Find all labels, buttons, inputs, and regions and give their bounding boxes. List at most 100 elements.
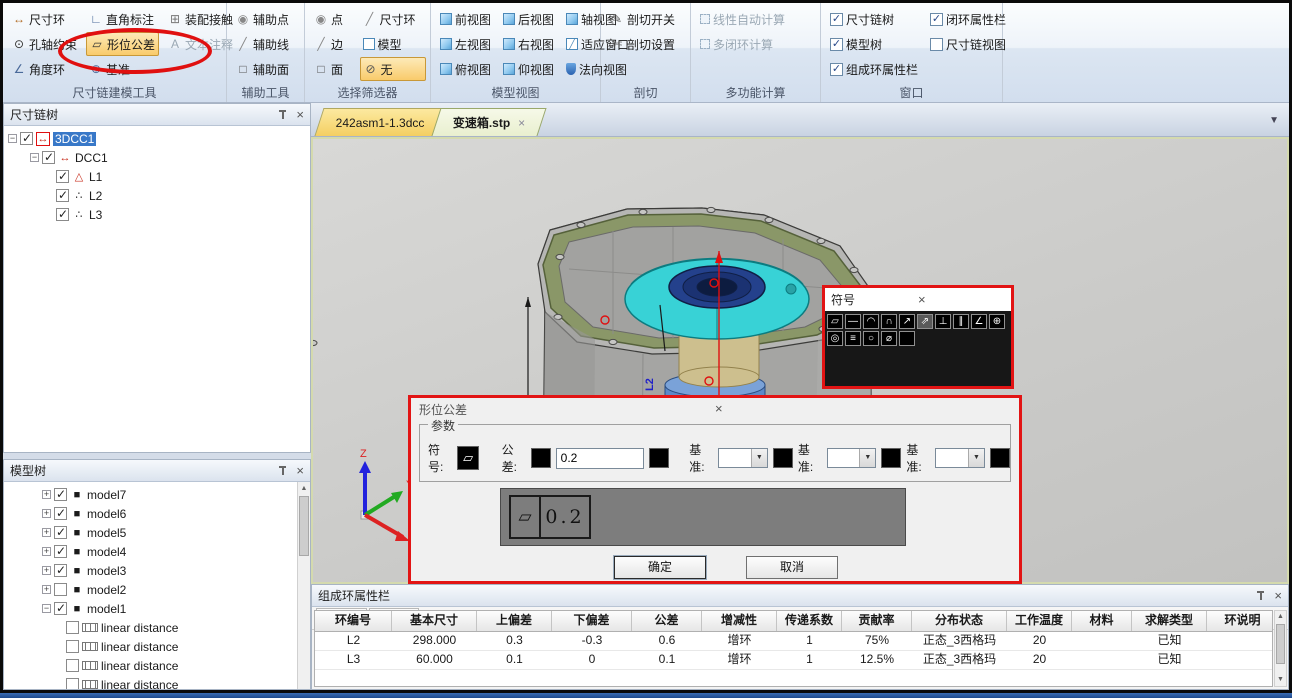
symbol-blank[interactable] [899,331,915,346]
chain-view-checkbox[interactable]: 尺寸链视图 [927,32,1009,56]
datum-select-3[interactable]: ▼ [935,448,985,468]
tab-close-icon[interactable]: × [518,116,525,130]
datum-modifier-3[interactable] [990,448,1010,468]
tree-node-linear-distance[interactable]: linear distance [42,675,310,689]
dropdown-icon[interactable]: ▼ [968,449,984,467]
symbol-parallelism[interactable]: ∥ [953,314,969,329]
col-work-temp[interactable]: 工作温度 [1007,611,1072,631]
filter-point-button[interactable]: ◉点 [311,7,354,31]
dropdown-icon[interactable]: ▼ [751,449,767,467]
model-tree-scrollbar[interactable]: ▲ [297,482,310,689]
checkbox[interactable]: ✓ [20,132,33,145]
col-transfer-coef[interactable]: 传递系数 [777,611,842,631]
col-material[interactable]: 材料 [1072,611,1132,631]
close-icon[interactable]: × [296,109,304,121]
symbol-flatness[interactable]: ▱ [827,314,843,329]
scroll-down-icon[interactable]: ▼ [1275,674,1286,686]
scroll-up-icon[interactable]: ▲ [298,482,310,495]
datum-modifier-2[interactable] [881,448,901,468]
symbol-perpendicularity[interactable]: ⊥ [935,314,951,329]
col-ring-note[interactable]: 环说明 [1207,611,1273,631]
pin-icon[interactable] [278,465,288,476]
multi-loop-calc-button[interactable]: 多闭环计算 [697,32,816,56]
symbol-total-runout[interactable]: ⇗ [917,314,933,329]
checkbox[interactable]: ✓ [54,602,67,615]
checkbox[interactable]: ✓ [56,170,69,183]
close-icon[interactable]: × [296,465,304,477]
expand-icon[interactable]: + [42,547,51,556]
symbol-picker-button[interactable]: ▱ [457,446,479,470]
dropdown-icon[interactable]: ▼ [859,449,875,467]
symbol-straightness[interactable]: — [845,314,861,329]
datum-select-1[interactable]: ▼ [718,448,768,468]
col-lower-dev[interactable]: 下偏差 [552,611,632,631]
cancel-button[interactable]: 取消 [746,556,838,579]
tolerance-suffix-button[interactable] [649,448,669,468]
tree-node-model7[interactable]: +✓■model7 [42,485,310,504]
bottom-view-button[interactable]: 仰视图 [500,57,557,81]
close-icon[interactable]: × [918,294,1005,306]
expand-icon[interactable]: + [42,566,51,575]
expand-icon[interactable]: + [42,528,51,537]
dialog-title-bar[interactable]: 形位公差 × [411,398,1019,420]
tree-node-model5[interactable]: +✓■model5 [42,523,310,542]
hole-axis-constraint-button[interactable]: ⊙孔轴约束 [9,32,80,56]
right-view-button[interactable]: 右视图 [500,32,557,56]
collapse-icon[interactable]: − [42,604,51,613]
filter-none-button[interactable]: ⊘无 [360,57,427,81]
scrollbar-thumb[interactable] [1276,624,1285,664]
pin-icon[interactable] [1256,590,1266,601]
tree-node-model2[interactable]: +■model2 [42,580,310,599]
datum-button[interactable]: ⊕基准 [86,57,159,81]
tree-node-model4[interactable]: +✓■model4 [42,542,310,561]
scroll-up-icon[interactable]: ▲ [1275,611,1286,623]
assembly-contact-button[interactable]: ⊞装配接触 [165,7,236,31]
symbol-cylindricity[interactable]: ⌀ [881,331,897,346]
tree-node-model1[interactable]: −✓■model1 [42,599,310,618]
tree-node-model6[interactable]: +✓■model6 [42,504,310,523]
model-tree-checkbox[interactable]: ✓模型树 [827,32,921,56]
symbol-circular-runout[interactable]: ↗ [899,314,915,329]
aux-line-button[interactable]: ╱辅助线 [233,32,300,56]
col-ring-id[interactable]: 环编号 [315,611,392,631]
col-basic-size[interactable]: 基本尺寸 [392,611,477,631]
symbol-symmetry[interactable]: ≡ [845,331,861,346]
checkbox[interactable]: ✓ [54,507,67,520]
chain-tree-checkbox[interactable]: ✓尺寸链树 [827,7,921,31]
expand-icon[interactable]: + [42,509,51,518]
close-icon[interactable]: × [715,403,1011,415]
symbol-profile-line[interactable]: ∩ [881,314,897,329]
top-view-button[interactable]: 俯视图 [437,57,494,81]
tree-node-l2[interactable]: ✓ ∴ L2 [8,186,310,205]
collapse-icon[interactable]: − [30,153,39,162]
angle-ring-button[interactable]: ∠角度环 [9,57,80,81]
tree-node-model3[interactable]: +✓■model3 [42,561,310,580]
text-annotation-button[interactable]: A文本注释 [165,32,236,56]
table-row[interactable]: L3 60.000 0.1 0 0.1 增环 1 12.5% 正态_3西格玛 2… [315,651,1272,670]
section-toggle-button[interactable]: ✎剖切开关 [607,7,686,31]
tolerance-input[interactable] [556,448,644,469]
expand-icon[interactable]: + [42,490,51,499]
tree-node-l1[interactable]: ✓ △ L1 [8,167,310,186]
tree-node-linear-distance[interactable]: linear distance [42,656,310,675]
geometric-tolerance-button[interactable]: ▱形位公差 [86,32,159,56]
filter-dimension-ring-button[interactable]: ╱尺寸环 [360,7,427,31]
aux-face-button[interactable]: □辅助面 [233,57,300,81]
checkbox[interactable] [66,678,79,689]
col-upper-dev[interactable]: 上偏差 [477,611,552,631]
right-angle-annotation-button[interactable]: ∟直角标注 [86,7,159,31]
col-distribution[interactable]: 分布状态 [912,611,1007,631]
linear-auto-calc-button[interactable]: 线性自动计算 [697,7,816,31]
filter-face-button[interactable]: □面 [311,57,354,81]
component-ring-panel-checkbox[interactable]: ✓组成环属性栏 [827,57,921,81]
col-contribution[interactable]: 贡献率 [842,611,912,631]
datum-modifier-1[interactable] [773,448,793,468]
checkbox[interactable] [66,640,79,653]
checkbox[interactable]: ✓ [54,545,67,558]
checkbox[interactable] [66,659,79,672]
checkbox[interactable] [66,621,79,634]
pin-icon[interactable] [278,109,288,120]
datum-select-2[interactable]: ▼ [827,448,877,468]
tree-node-dcc1[interactable]: − ✓ ↔ DCC1 [8,148,310,167]
table-scrollbar[interactable]: ▲ ▼ [1274,610,1287,687]
